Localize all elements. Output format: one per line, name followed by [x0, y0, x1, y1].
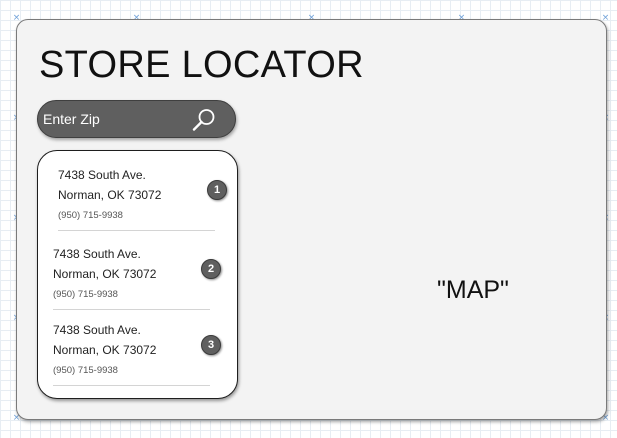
- result-number-badge: 1: [207, 180, 227, 200]
- store-city-line: Norman, OK 73072: [53, 267, 157, 281]
- zip-search-bar: [37, 100, 236, 138]
- store-results-list: 7438 South Ave. Norman, OK 73072 (950) 7…: [37, 150, 238, 399]
- result-number-badge: 2: [201, 259, 221, 279]
- search-icon[interactable]: [191, 107, 217, 133]
- result-divider: [58, 230, 215, 231]
- store-result-item[interactable]: 7438 South Ave. Norman, OK 73072 (950) 7…: [58, 163, 228, 231]
- store-phone: (950) 715-9938: [53, 365, 118, 376]
- store-locator-frame: STORE LOCATOR 7438 South Ave. Norman, OK…: [16, 19, 607, 420]
- result-divider: [53, 385, 210, 386]
- result-divider: [53, 309, 210, 310]
- store-street: 7438 South Ave.: [53, 247, 141, 261]
- result-number-badge: 3: [201, 335, 221, 355]
- store-street: 7438 South Ave.: [53, 323, 141, 337]
- store-city-line: Norman, OK 73072: [53, 343, 157, 357]
- store-street: 7438 South Ave.: [58, 168, 146, 182]
- page-title: STORE LOCATOR: [39, 44, 364, 86]
- store-phone: (950) 715-9938: [53, 289, 118, 300]
- zip-input[interactable]: [43, 108, 183, 130]
- map-area[interactable]: "MAP": [437, 275, 509, 305]
- store-result-item[interactable]: 7438 South Ave. Norman, OK 73072 (950) 7…: [53, 242, 228, 308]
- store-result-item[interactable]: 7438 South Ave. Norman, OK 73072 (950) 7…: [53, 318, 228, 384]
- store-phone: (950) 715-9938: [58, 210, 123, 221]
- store-city-line: Norman, OK 73072: [58, 188, 162, 202]
